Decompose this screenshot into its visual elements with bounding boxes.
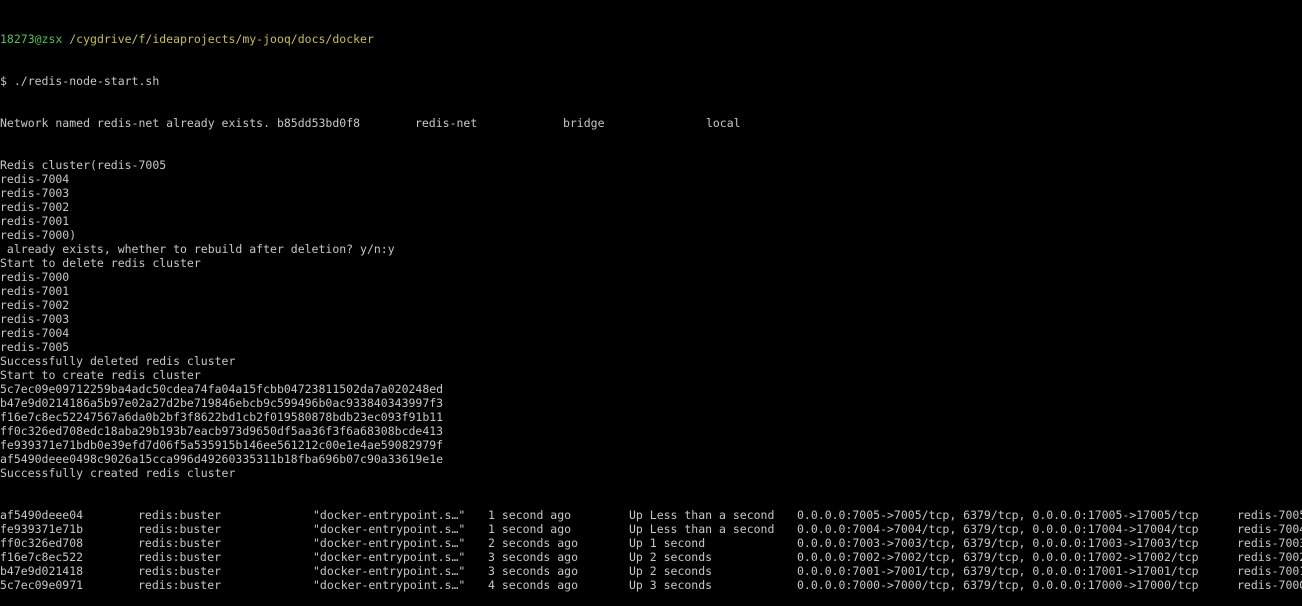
output-line: 5c7ec09e09712259ba4adc50cdea74fa04a15fcb… bbox=[0, 382, 444, 396]
container-row: af5490deee04 redis:buster "docker-entrypoi… bbox=[0, 508, 1302, 522]
output-line: ff0c326ed708edc18aba29b193b7eacb973d9650… bbox=[0, 424, 444, 438]
container-name: redis-7002 bbox=[1237, 550, 1302, 564]
prompt-line: 18273@zsx /cygdrive/f/ideaprojects/my-jo… bbox=[0, 32, 1302, 46]
output-line: f16e7c8ec52247567a6da0b2bf3f8622bd1cb2f0… bbox=[0, 410, 444, 424]
container-name: redis-7001 bbox=[1237, 564, 1302, 578]
container-ports: 0.0.0.0:7001->7001/tcp, 6379/tcp, 0.0.0.… bbox=[797, 564, 1199, 578]
output-line: Redis cluster(redis-7005 bbox=[0, 158, 167, 172]
container-command: "docker-entrypoint.s…" bbox=[313, 578, 466, 592]
network-name: redis-net bbox=[414, 116, 478, 130]
container-status: Up 2 seconds bbox=[629, 550, 713, 564]
output-line: redis-7002 bbox=[0, 200, 70, 214]
container-row: ff0c326ed708 redis:buster "docker-entrypoi… bbox=[0, 536, 1302, 550]
container-name: redis-7000 bbox=[1237, 578, 1302, 592]
container-image: redis:buster bbox=[138, 564, 222, 578]
container-id: b47e9d021418 bbox=[0, 564, 84, 578]
container-status: Up 2 seconds bbox=[629, 564, 713, 578]
container-name: redis-7004 bbox=[1237, 522, 1302, 536]
container-ports: 0.0.0.0:7000->7000/tcp, 6379/tcp, 0.0.0.… bbox=[797, 578, 1199, 592]
container-created: 1 second ago bbox=[488, 508, 572, 522]
container-name: redis-7005 bbox=[1237, 508, 1302, 522]
network-message: Network named redis-net already exists. bbox=[0, 116, 277, 130]
output-line: redis-7004 bbox=[0, 326, 70, 340]
container-created: 3 seconds ago bbox=[488, 550, 579, 564]
network-scope: local bbox=[705, 116, 741, 130]
container-row: 5c7ec09e0971 redis:buster "docker-entrypoi… bbox=[0, 578, 1302, 592]
container-status: Up 3 seconds bbox=[629, 578, 713, 592]
container-row: b47e9d021418 redis:buster "docker-entrypoi… bbox=[0, 564, 1302, 578]
container-name: redis-7003 bbox=[1237, 536, 1302, 550]
container-id: 5c7ec09e0971 bbox=[0, 578, 84, 592]
output-line: redis-7004 bbox=[0, 172, 70, 186]
terminal-window[interactable]: 18273@zsx /cygdrive/f/ideaprojects/my-jo… bbox=[0, 4, 1302, 592]
container-command: "docker-entrypoint.s…" bbox=[313, 564, 466, 578]
output-line: Successfully created redis cluster bbox=[0, 466, 236, 480]
container-image: redis:buster bbox=[138, 578, 222, 592]
container-id: ff0c326ed708 bbox=[0, 536, 84, 550]
prompt-path: /cygdrive/f/ideaprojects/my-jooq/docs/do… bbox=[69, 32, 374, 46]
output-line: redis-7003 bbox=[0, 186, 70, 200]
output-line: Start to delete redis cluster bbox=[0, 256, 201, 270]
container-image: redis:buster bbox=[138, 536, 222, 550]
container-ports: 0.0.0.0:7003->7003/tcp, 6379/tcp, 0.0.0.… bbox=[797, 536, 1199, 550]
container-status: Up 1 second bbox=[629, 536, 706, 550]
container-row: f16e7c8ec522 redis:buster "docker-entrypoi… bbox=[0, 550, 1302, 564]
container-created: 3 seconds ago bbox=[488, 564, 579, 578]
container-status: Up Less than a second bbox=[629, 508, 775, 522]
container-created: 4 seconds ago bbox=[488, 578, 579, 592]
output-line: redis-7002 bbox=[0, 298, 70, 312]
container-image: redis:buster bbox=[138, 508, 222, 522]
container-list: af5490deee04 redis:buster "docker-entrypoi… bbox=[0, 508, 1302, 592]
container-status: Up Less than a second bbox=[629, 522, 775, 536]
container-command: "docker-entrypoint.s…" bbox=[313, 508, 466, 522]
command-line: $ ./redis-node-start.sh bbox=[0, 74, 160, 88]
container-image: redis:buster bbox=[138, 522, 222, 536]
output-line: Successfully deleted redis cluster bbox=[0, 354, 236, 368]
output-line: b47e9d0214186a5b97e02a27d2be719846ebcb9c… bbox=[0, 396, 444, 410]
container-command: "docker-entrypoint.s…" bbox=[313, 550, 466, 564]
container-command: "docker-entrypoint.s…" bbox=[313, 522, 466, 536]
container-id: af5490deee04 bbox=[0, 508, 84, 522]
container-ports: 0.0.0.0:7002->7002/tcp, 6379/tcp, 0.0.0.… bbox=[797, 550, 1199, 564]
script-output: Redis cluster(redis-7005 redis-7004 redis-… bbox=[0, 158, 1302, 480]
container-created: 2 seconds ago bbox=[488, 536, 579, 550]
output-line: already exists, whether to rebuild after… bbox=[0, 242, 395, 256]
output-line: af5490deee0498c9026a15cca996d49260335311… bbox=[0, 452, 444, 466]
container-created: 1 second ago bbox=[488, 522, 572, 536]
container-id: fe939371e71b bbox=[0, 522, 84, 536]
output-line: redis-7000) bbox=[0, 228, 77, 242]
network-driver: bridge bbox=[562, 116, 605, 130]
output-line: redis-7001 bbox=[0, 284, 70, 298]
container-ports: 0.0.0.0:7004->7004/tcp, 6379/tcp, 0.0.0.… bbox=[797, 522, 1199, 536]
network-id: b85dd53bd0f8 bbox=[276, 116, 361, 130]
container-command: "docker-entrypoint.s…" bbox=[313, 536, 466, 550]
container-ports: 0.0.0.0:7005->7005/tcp, 6379/tcp, 0.0.0.… bbox=[797, 508, 1199, 522]
container-id: f16e7c8ec522 bbox=[0, 550, 84, 564]
output-line: Start to create redis cluster bbox=[0, 368, 201, 382]
prompt-user: 18273@zsx bbox=[0, 32, 63, 46]
container-image: redis:buster bbox=[138, 550, 222, 564]
container-row: fe939371e71b redis:buster "docker-entrypoi… bbox=[0, 522, 1302, 536]
network-exists-line: Network named redis-net already exists. … bbox=[0, 116, 1302, 130]
output-line: redis-7001 bbox=[0, 214, 70, 228]
output-line: redis-7003 bbox=[0, 312, 70, 326]
output-line: fe939371e71bdb0e39efd7d06f5a535915b146ee… bbox=[0, 438, 444, 452]
output-line: redis-7000 bbox=[0, 270, 70, 284]
output-line: redis-7005 bbox=[0, 340, 70, 354]
